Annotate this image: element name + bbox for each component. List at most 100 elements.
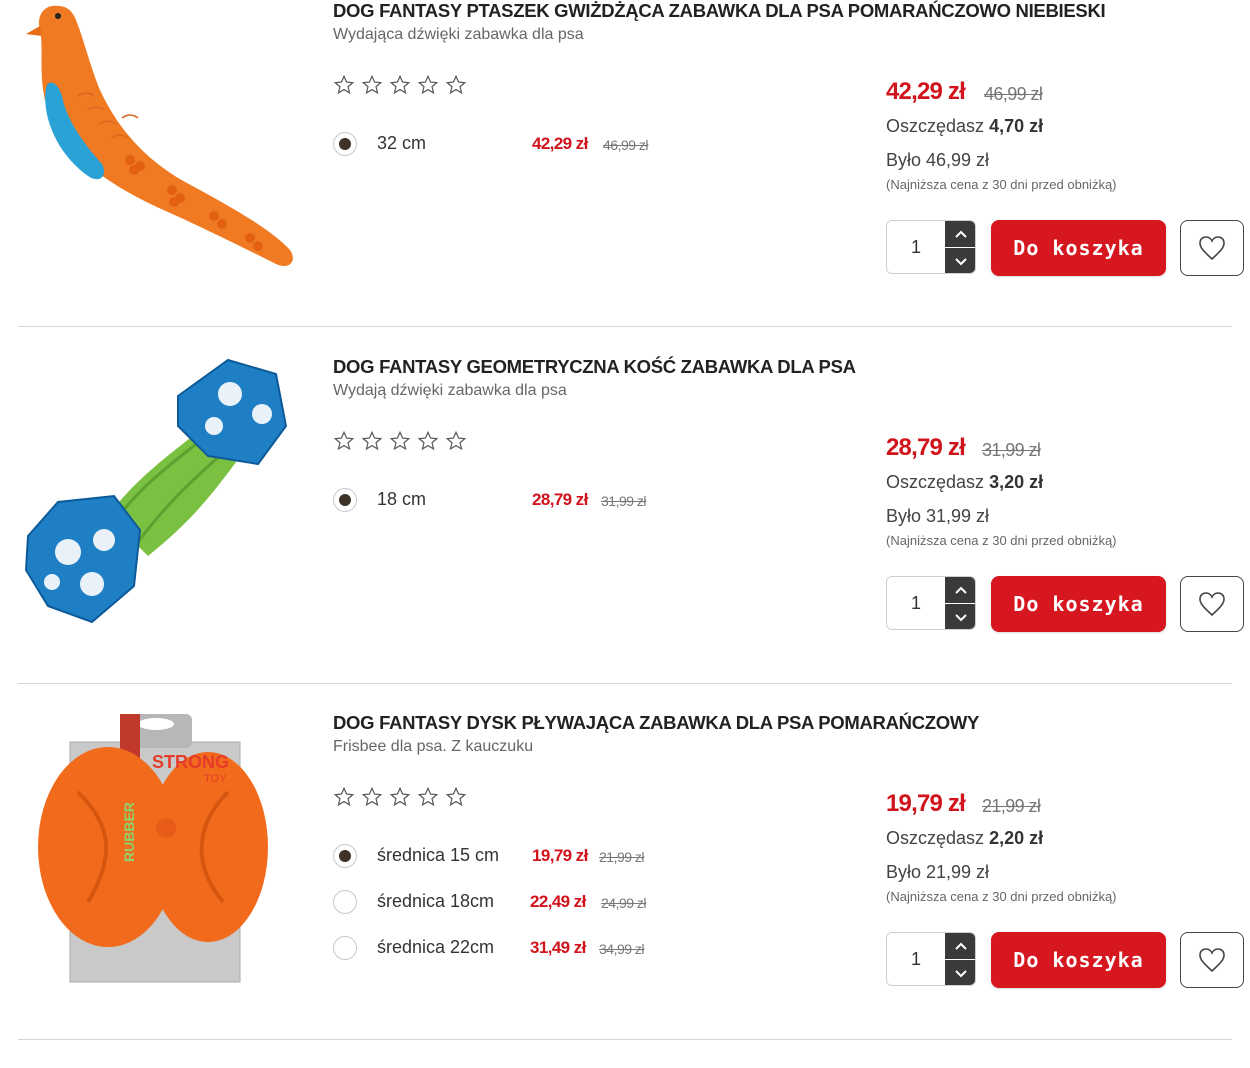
rating-stars[interactable]	[333, 74, 467, 96]
star-outline-icon	[333, 430, 355, 451]
add-to-cart-button[interactable]: Do koszyka	[991, 932, 1166, 988]
savings-value: 4,70 zł	[989, 116, 1044, 136]
was-price: Było 46,99 zł	[886, 150, 990, 170]
variant-radio[interactable]	[333, 936, 357, 960]
quantity-decrease-button[interactable]	[945, 960, 975, 985]
quantity-increase-button[interactable]	[945, 933, 975, 959]
variant-option[interactable]: 32 cm 42,29 zł 46,99 zł	[333, 127, 649, 161]
old-price: 21,99 zł	[982, 796, 1041, 816]
package-brand-text: STRONG	[152, 752, 229, 772]
product-subtitle: Frisbee dla psa. Z kauczuku	[333, 738, 534, 755]
savings-line: Oszczędasz 3,20 zł	[886, 472, 1043, 493]
was-price: Było 21,99 zł	[886, 862, 990, 882]
product-image-bone-toy[interactable]	[18, 356, 298, 656]
product-title[interactable]: DOG FANTASY GEOMETRYCZNA KOŚĆ ZABAWKA DL…	[333, 356, 1093, 378]
add-to-cart-button[interactable]: Do koszyka	[991, 220, 1166, 276]
quantity-input[interactable]	[887, 221, 945, 273]
variant-price: 22,49 zł	[530, 892, 586, 911]
old-price: 31,99 zł	[982, 440, 1041, 460]
quantity-stepper[interactable]	[886, 932, 976, 986]
lowest-price-note: (Najniższa cena z 30 dni przed obniżką)	[886, 177, 1117, 192]
star-outline-icon	[333, 786, 355, 807]
star-outline-icon	[445, 786, 467, 807]
product-divider	[18, 1039, 1232, 1040]
variant-price: 28,79 zł	[532, 490, 588, 509]
lowest-price-note: (Najniższa cena z 30 dni przed obniżką)	[886, 533, 1117, 548]
product-title[interactable]: DOG FANTASY PTASZEK GWIŻDŻĄCA ZABAWKA DL…	[333, 0, 1106, 22]
star-outline-icon	[361, 786, 383, 807]
variant-old-price: 46,99 zł	[603, 137, 649, 153]
variant-old-price: 31,99 zł	[601, 493, 647, 509]
quantity-input[interactable]	[887, 933, 945, 985]
product-card: DOG FANTASY GEOMETRYCZNA KOŚĆ ZABAWKA DL…	[0, 356, 1250, 684]
heart-outline-icon	[1199, 948, 1225, 973]
star-outline-icon	[389, 74, 411, 95]
variant-price: 31,49 zł	[530, 938, 586, 957]
product-image-bird-toy[interactable]	[18, 0, 298, 300]
star-outline-icon	[417, 786, 439, 807]
variant-old-price: 21,99 zł	[599, 849, 645, 865]
chevron-down-icon	[954, 613, 967, 621]
variant-option[interactable]: 18 cm 28,79 zł 31,99 zł	[333, 483, 647, 517]
product-subtitle: Wydają dźwięki zabawka dla psa	[333, 382, 567, 399]
add-to-wishlist-button[interactable]	[1180, 220, 1244, 276]
savings-label: Oszczędasz	[886, 828, 985, 848]
add-to-wishlist-button[interactable]	[1180, 932, 1244, 988]
product-divider	[18, 326, 1232, 327]
variant-label: średnica 18cm	[377, 891, 495, 911]
star-outline-icon	[445, 430, 467, 451]
current-price: 42,29 zł	[886, 78, 966, 105]
variant-label: średnica 22cm	[377, 937, 495, 957]
quantity-decrease-button[interactable]	[945, 248, 975, 273]
star-outline-icon	[389, 786, 411, 807]
savings-label: Oszczędasz	[886, 472, 985, 492]
star-outline-icon	[361, 430, 383, 451]
variant-price: 19,79 zł	[532, 846, 588, 865]
variant-radio[interactable]	[333, 890, 357, 914]
savings-line: Oszczędasz 2,20 zł	[886, 828, 1043, 849]
chevron-down-icon	[954, 969, 967, 977]
variant-label: średnica 15 cm	[377, 845, 500, 865]
variant-label: 32 cm	[377, 133, 427, 153]
package-brand-subtext: TOY	[204, 773, 227, 785]
variant-option[interactable]: średnica 22cm 31,49 zł 34,99 zł	[333, 931, 645, 965]
quantity-stepper[interactable]	[886, 220, 976, 274]
rating-stars[interactable]	[333, 786, 467, 808]
chevron-up-icon	[954, 586, 967, 594]
package-side-text: RUBBER	[121, 802, 137, 862]
star-outline-icon	[445, 74, 467, 95]
quantity-input[interactable]	[887, 577, 945, 629]
savings-value: 3,20 zł	[989, 472, 1044, 492]
add-to-wishlist-button[interactable]	[1180, 576, 1244, 632]
quantity-increase-button[interactable]	[945, 577, 975, 603]
variant-option[interactable]: średnica 15 cm 19,79 zł 21,99 zł	[333, 839, 645, 873]
star-outline-icon	[361, 74, 383, 95]
variant-radio[interactable]	[333, 132, 357, 156]
product-card: STRONG TOY RUBBER DOG FANTASY DYSK PŁYWA…	[0, 712, 1250, 1040]
variant-old-price: 24,99 zł	[601, 895, 647, 911]
was-price: Było 31,99 zł	[886, 506, 990, 526]
variant-radio[interactable]	[333, 488, 357, 512]
current-price: 28,79 zł	[886, 434, 966, 461]
star-outline-icon	[417, 430, 439, 451]
chevron-up-icon	[954, 942, 967, 950]
product-card: DOG FANTASY PTASZEK GWIŻDŻĄCA ZABAWKA DL…	[0, 0, 1250, 327]
chevron-down-icon	[954, 257, 967, 265]
savings-label: Oszczędasz	[886, 116, 985, 136]
quantity-stepper[interactable]	[886, 576, 976, 630]
current-price: 19,79 zł	[886, 790, 966, 817]
product-image-frisbee-toy[interactable]: STRONG TOY RUBBER	[18, 712, 298, 1012]
rating-stars[interactable]	[333, 430, 467, 452]
quantity-decrease-button[interactable]	[945, 604, 975, 629]
add-to-cart-button[interactable]: Do koszyka	[991, 576, 1166, 632]
variant-option[interactable]: średnica 18cm 22,49 zł 24,99 zł	[333, 885, 647, 919]
product-subtitle: Wydająca dźwięki zabawka dla psa	[333, 26, 584, 43]
variant-label: 18 cm	[377, 489, 427, 509]
star-outline-icon	[417, 74, 439, 95]
product-title[interactable]: DOG FANTASY DYSK PŁYWAJĄCA ZABAWKA DLA P…	[333, 712, 1093, 734]
star-outline-icon	[389, 430, 411, 451]
quantity-increase-button[interactable]	[945, 221, 975, 247]
variant-old-price: 34,99 zł	[599, 941, 645, 957]
variant-price: 42,29 zł	[532, 134, 588, 153]
variant-radio[interactable]	[333, 844, 357, 868]
